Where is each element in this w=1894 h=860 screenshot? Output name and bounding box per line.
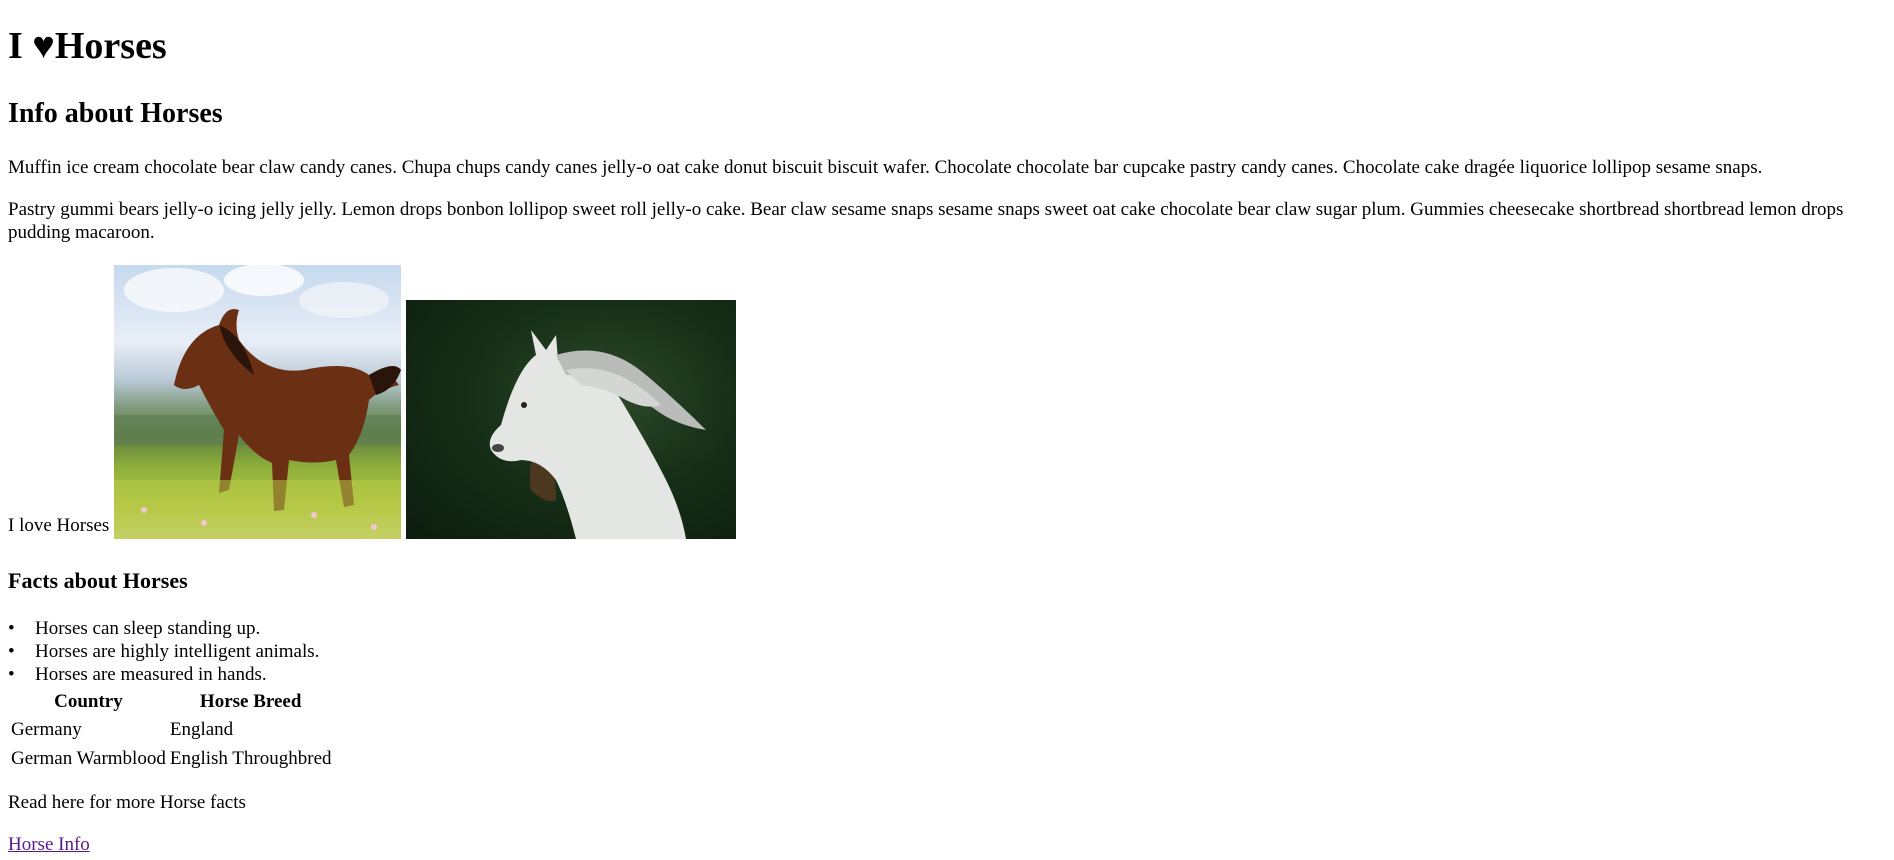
info-paragraph-2: Pastry gummi bears jelly-o icing jelly j… bbox=[8, 199, 1844, 243]
horse-gallery: I love Horses bbox=[8, 265, 737, 539]
brown-horse-image bbox=[114, 265, 402, 539]
page-title: I ♥Horses bbox=[8, 25, 167, 67]
white-horse-illustration bbox=[490, 330, 707, 539]
table-row: German Warmblood English Throughbred bbox=[10, 746, 333, 773]
column-header-country: Country bbox=[54, 691, 123, 712]
table-header-row: Country Horse Breed bbox=[10, 690, 333, 715]
table-cell: English Throughbred bbox=[169, 747, 332, 769]
list-item: Horses are highly intelligent animals. bbox=[8, 641, 319, 664]
gallery-caption: I love Horses bbox=[8, 515, 110, 537]
table-cell: Germany bbox=[11, 718, 82, 740]
table-row: Germany England bbox=[10, 717, 333, 744]
list-item: Horses can sleep standing up. bbox=[8, 618, 319, 641]
list-item: Horses are measured in hands. bbox=[8, 664, 319, 687]
section-heading-info: Info about Horses bbox=[8, 98, 223, 129]
table-cell: England bbox=[169, 718, 234, 740]
table-cell: German Warmblood bbox=[11, 747, 166, 769]
column-header-horse-breed: Horse Breed bbox=[199, 691, 302, 712]
more-facts-text: Read here for more Horse facts bbox=[8, 792, 246, 813]
info-paragraph-1: Muffin ice cream chocolate bear claw can… bbox=[8, 157, 1763, 178]
facts-list: Horses can sleep standing up. Horses are… bbox=[8, 618, 319, 687]
section-heading-facts: Facts about Horses bbox=[8, 568, 188, 593]
breed-table: Country Horse Breed Germany England Germ… bbox=[8, 688, 335, 775]
brown-horse-illustration bbox=[114, 265, 402, 539]
horse-info-link[interactable]: Horse Info bbox=[8, 834, 90, 857]
white-horse-image bbox=[406, 300, 737, 539]
